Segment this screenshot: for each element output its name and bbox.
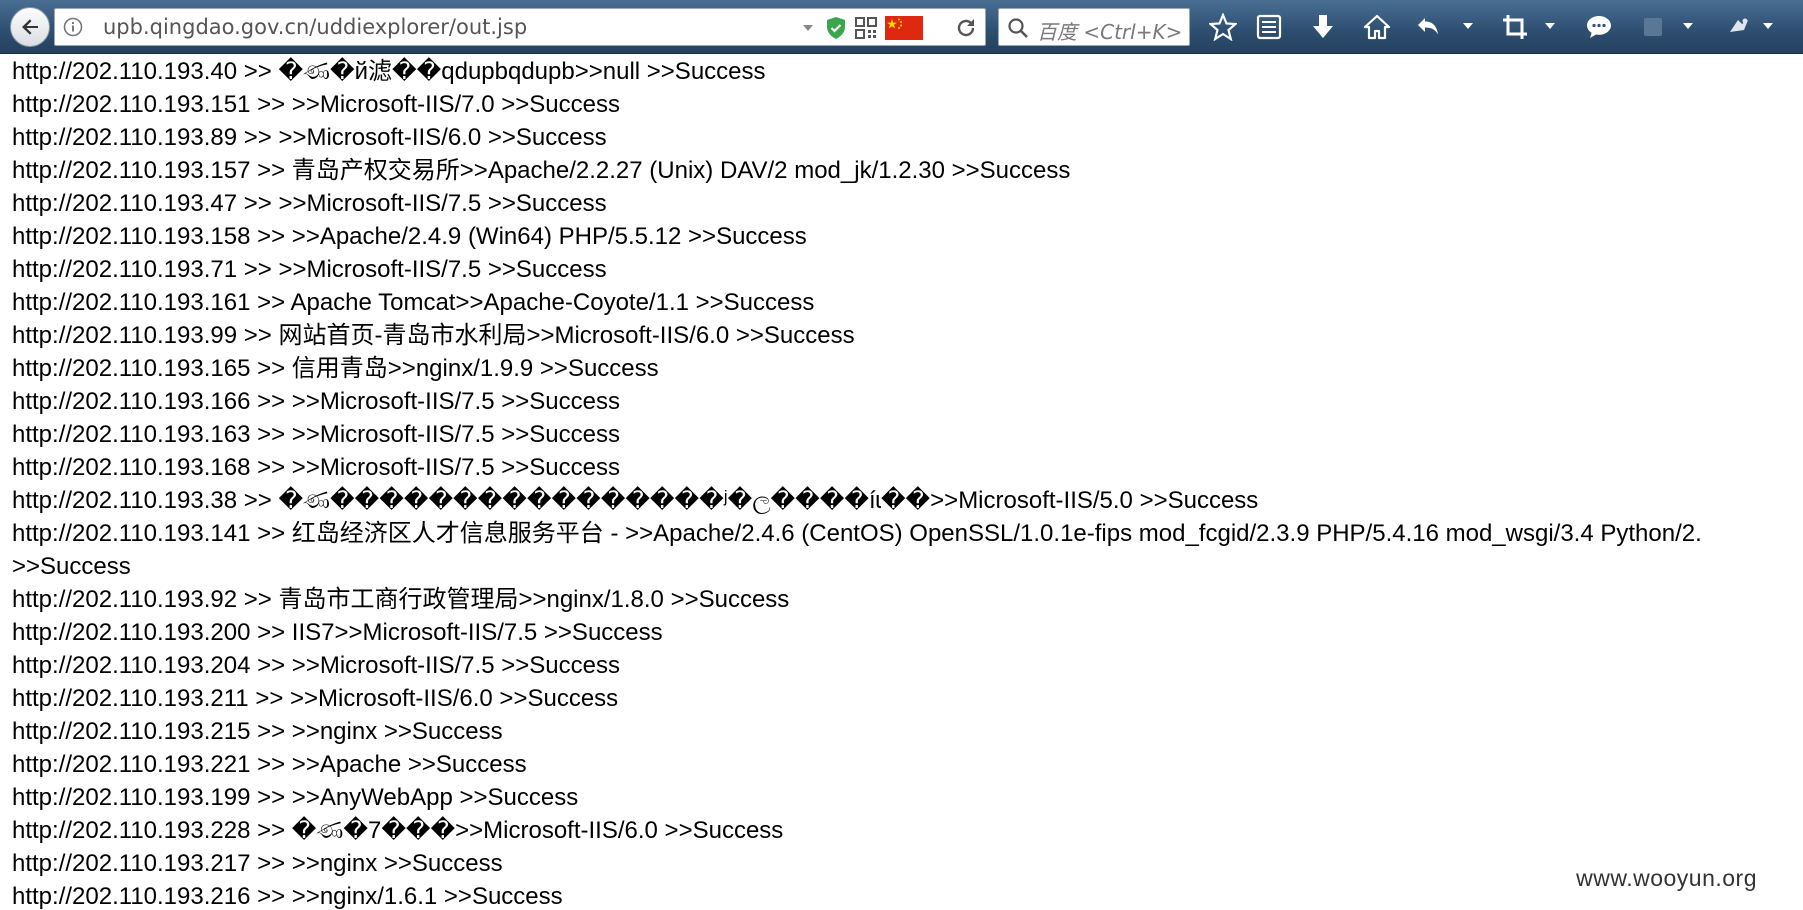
- output-line: http://202.110.193.141 >> 红岛经济区人才信息服务平台 …: [12, 520, 1702, 547]
- output-line: http://202.110.193.216 >> >>nginx/1.6.1 …: [12, 883, 563, 910]
- screenshot-button[interactable]: [1498, 10, 1532, 44]
- extension-dropdown-icon[interactable]: [1682, 20, 1694, 32]
- crop-icon: [1503, 15, 1527, 39]
- output-line: http://202.110.193.168 >> >>Microsoft-II…: [12, 454, 620, 481]
- list-icon: [1256, 14, 1282, 40]
- qr-code-icon[interactable]: [855, 17, 877, 39]
- output-line: http://202.110.193.89 >> >>Microsoft-IIS…: [12, 124, 607, 151]
- search-bar[interactable]: 百度 <Ctrl+K>: [998, 8, 1190, 46]
- chat-bubble-icon: [1587, 16, 1611, 38]
- browser-toolbar: upb.qingdao.gov.cn/uddiexplorer/out.jsp: [0, 0, 1803, 54]
- page-content: http://202.110.193.40 >> �ණ�й滤��qdupbqdu…: [12, 55, 1803, 910]
- output-line: http://202.110.193.165 >> 信用青岛>>nginx/1.…: [12, 355, 659, 382]
- search-icon[interactable]: [1007, 17, 1029, 39]
- url-text[interactable]: upb.qingdao.gov.cn/uddiexplorer/out.jsp: [103, 15, 527, 39]
- output-line: http://202.110.193.158 >> >>Apache/2.4.9…: [12, 223, 807, 250]
- output-line: http://202.110.193.166 >> >>Microsoft-II…: [12, 388, 620, 415]
- addon-button[interactable]: [1722, 10, 1756, 44]
- addon-dropdown-icon[interactable]: [1762, 20, 1774, 32]
- back-button[interactable]: [10, 7, 50, 47]
- output-line: http://202.110.193.99 >> 网站首页-青岛市水利局>>Mi…: [12, 322, 855, 349]
- undo-icon: [1418, 18, 1438, 35]
- download-icon: [1313, 15, 1333, 38]
- output-line: http://202.110.193.163 >> >>Microsoft-II…: [12, 421, 620, 448]
- addon-icon: [1730, 18, 1748, 32]
- output-line: http://202.110.193.215 >> >>nginx >>Succ…: [12, 718, 503, 745]
- home-icon: [1363, 14, 1391, 40]
- output-line: http://202.110.193.199 >> >>AnyWebApp >>…: [12, 784, 579, 811]
- output-line: http://202.110.193.211 >> >>Microsoft-II…: [12, 685, 619, 712]
- history-dropdown-icon[interactable]: [801, 22, 815, 34]
- output-line: http://202.110.193.40 >> �ණ�й滤��qdupbqdu…: [12, 58, 766, 85]
- output-line: http://202.110.193.161 >> Apache Tomcat>…: [12, 289, 815, 316]
- reload-icon[interactable]: [955, 17, 977, 39]
- watermark: www.wooyun.org: [1576, 865, 1757, 891]
- downloads-button[interactable]: [1306, 10, 1340, 44]
- extension-button[interactable]: [1636, 10, 1670, 44]
- search-placeholder[interactable]: 百度 <Ctrl+K>: [1037, 16, 1182, 45]
- chat-button[interactable]: [1582, 10, 1616, 44]
- output-line: http://202.110.193.47 >> >>Microsoft-IIS…: [12, 190, 607, 217]
- output-line: http://202.110.193.157 >> 青岛产权交易所>>Apach…: [12, 157, 1071, 184]
- star-icon: [1209, 13, 1237, 41]
- address-bar[interactable]: upb.qingdao.gov.cn/uddiexplorer/out.jsp: [54, 8, 986, 46]
- back-arrow-icon: [22, 19, 38, 35]
- output-line: http://202.110.193.71 >> >>Microsoft-IIS…: [12, 256, 607, 283]
- reading-list-button[interactable]: [1252, 10, 1286, 44]
- output-line: http://202.110.193.221 >> >>Apache >>Suc…: [12, 751, 527, 778]
- shield-icon[interactable]: [825, 16, 847, 40]
- screenshot-dropdown-icon[interactable]: [1544, 20, 1556, 32]
- output-line: http://202.110.193.228 >> �ණ�7���>>Micro…: [12, 817, 784, 844]
- output-line: http://202.110.193.92 >> 青岛市工商行政管理局>>ngi…: [12, 586, 790, 613]
- bookmark-star-button[interactable]: [1206, 10, 1240, 44]
- output-line: >>Success: [12, 553, 131, 580]
- output-line: http://202.110.193.151 >> >>Microsoft-II…: [12, 91, 620, 118]
- home-button[interactable]: [1360, 10, 1394, 44]
- output-line: http://202.110.193.38 >> �ණ�������������…: [12, 487, 1259, 514]
- output-line: http://202.110.193.204 >> >>Microsoft-II…: [12, 652, 620, 679]
- output-line: http://202.110.193.217 >> >>nginx >>Succ…: [12, 850, 503, 877]
- output-line: http://202.110.193.200 >> IIS7>>Microsof…: [12, 619, 663, 646]
- puzzle-icon: [1644, 18, 1662, 36]
- info-icon[interactable]: [63, 17, 83, 37]
- china-flag-icon[interactable]: [885, 16, 923, 40]
- undo-dropdown-icon[interactable]: [1462, 20, 1474, 32]
- undo-close-tab-button[interactable]: [1412, 10, 1446, 44]
